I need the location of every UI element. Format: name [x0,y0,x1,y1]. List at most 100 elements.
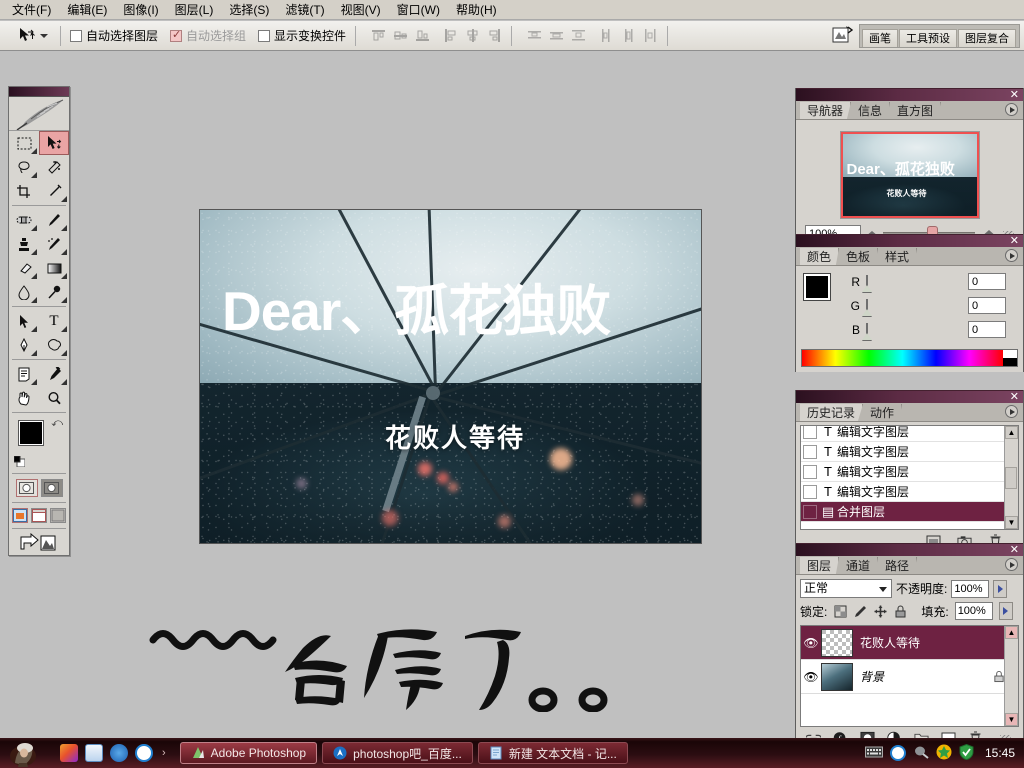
channel-knob-r[interactable] [862,285,872,292]
menu-item-help[interactable]: 帮助(H) [448,1,505,19]
lock-image-pixels-icon[interactable] [853,604,867,618]
layer-row[interactable]: 👁 背景 [801,660,1018,694]
taskbar-item-browser[interactable]: photoshop吧_百度... [322,742,473,764]
full-screen-with-menubar-button[interactable] [31,508,47,523]
layer-visibility-toggle[interactable]: 👁 [801,636,821,650]
align-horizontal-centers-icon[interactable] [465,28,480,43]
crop-tool[interactable] [9,179,39,203]
tab-info[interactable]: 信息 [851,102,890,119]
tab-channels[interactable]: 通道 [839,557,878,574]
history-state-list[interactable]: T 编辑文字图层 T 编辑文字图层 T 编辑文字图层 T 编辑文字图层 [800,425,1019,530]
fill-input[interactable]: 100% [955,602,993,620]
tab-history[interactable]: 历史记录 [800,404,863,421]
start-button[interactable] [0,738,50,768]
tab-swatches[interactable]: 色板 [839,248,878,265]
show-transform-controls-checkbox[interactable] [258,30,270,42]
panel-menu-icon[interactable] [1005,103,1018,116]
slice-tool[interactable] [39,179,69,203]
channel-knob-g[interactable] [862,309,872,316]
jump-to-imageready-button[interactable] [9,531,69,555]
document-canvas[interactable]: Dear、孤花独败 花败人等待 [199,209,702,544]
network-tray-icon[interactable] [913,745,929,762]
layer-row-selected[interactable]: 👁 花败人等待 [801,626,1018,660]
history-source-toggle[interactable] [803,425,817,439]
blur-tool[interactable] [9,280,39,304]
auto-select-group-option[interactable]: 自动选择组 [170,27,246,44]
fill-slider-button[interactable] [999,602,1013,620]
layers-titlebar[interactable]: ✕ [796,543,1023,556]
lasso-tool[interactable] [9,155,39,179]
channel-value-g[interactable]: 0 [968,297,1006,314]
quick-mask-mode-button[interactable] [41,479,63,497]
spectrum-black-white[interactable] [1003,350,1017,366]
rectangular-marquee-tool[interactable] [9,131,39,155]
tab-navigator[interactable]: 导航器 [800,102,851,119]
shield-tray-icon[interactable] [959,744,974,763]
eyedropper-tool[interactable] [39,362,69,386]
current-tool-preset-picker[interactable] [14,25,51,47]
panel-menu-icon[interactable] [1005,405,1018,418]
editor-icon[interactable] [85,744,103,762]
opacity-slider-button[interactable] [993,580,1007,598]
navigator-view-box[interactable] [841,132,979,218]
distribute-right-edges-icon[interactable] [643,28,658,43]
channel-value-b[interactable]: 0 [968,321,1006,338]
lock-position-icon[interactable] [873,604,887,618]
panel-menu-icon[interactable] [1005,558,1018,571]
menu-item-layer[interactable]: 图层(L) [167,1,222,19]
scrollbar-thumb[interactable] [1005,467,1017,489]
history-state-row[interactable]: T 编辑文字图层 [801,462,1018,482]
dodge-tool[interactable] [39,280,69,304]
distribute-vertical-centers-icon[interactable] [549,28,564,43]
zoom-tool[interactable] [39,386,69,410]
notes-tool[interactable] [9,362,39,386]
layer-thumbnail[interactable] [821,663,853,691]
distribute-left-edges-icon[interactable] [599,28,614,43]
channel-slider-b[interactable] [866,324,962,335]
history-source-toggle[interactable] [803,465,817,479]
path-selection-tool[interactable] [9,309,39,333]
lock-transparent-pixels-icon[interactable] [833,604,847,618]
layers-scrollbar[interactable]: ▲ ▼ [1004,626,1018,726]
distribute-horizontal-centers-icon[interactable] [621,28,636,43]
scroll-down-icon[interactable]: ▼ [1005,713,1018,726]
maxthon-icon[interactable] [110,744,128,762]
full-screen-mode-button[interactable] [50,508,66,523]
history-scrollbar[interactable]: ▲ ▼ [1004,426,1018,529]
navigator-thumbnail[interactable]: Dear、孤花独败 花败人等待 [840,131,980,219]
menu-item-image[interactable]: 图像(I) [115,1,166,19]
toolbox-titlebar[interactable] [9,87,69,97]
history-state-row[interactable]: T 编辑文字图层 [801,442,1018,462]
chevron-down-icon[interactable] [879,587,887,592]
swap-colors-icon[interactable]: ⤺ [51,417,63,430]
chevron-down-icon[interactable] [40,34,48,38]
auto-select-group-checkbox[interactable] [170,30,182,42]
layer-thumbnail[interactable] [821,629,853,657]
history-state-row[interactable]: T 编辑文字图层 [801,482,1018,502]
menu-item-view[interactable]: 视图(V) [333,1,389,19]
taskbar-item-photoshop[interactable]: Adobe Photoshop [180,742,317,764]
layer-name[interactable]: 背景 [860,668,992,685]
brush-tool[interactable] [39,208,69,232]
palette-tab-tool-presets[interactable]: 工具预设 [899,29,957,47]
history-titlebar[interactable]: ✕ [796,390,1023,403]
eraser-tool[interactable] [9,256,39,280]
scroll-down-icon[interactable]: ▼ [1005,516,1018,529]
history-source-toggle[interactable] [803,485,817,499]
menu-item-edit[interactable]: 编辑(E) [59,1,115,19]
navigator-titlebar[interactable]: ✕ [796,88,1023,101]
align-left-edges-icon[interactable] [443,28,458,43]
kingsoft-icon[interactable] [135,744,153,762]
auto-select-layer-option[interactable]: 自动选择图层 [70,27,158,44]
channel-slider-r[interactable] [866,276,962,287]
type-tool[interactable]: T [39,309,69,333]
tab-layers[interactable]: 图层 [800,557,839,574]
palette-tab-layer-comps[interactable]: 图层复合 [958,29,1016,47]
opacity-input[interactable]: 100% [951,580,989,598]
history-state-row-selected[interactable]: ▤ 合并图层 [801,502,1018,522]
layer-name[interactable]: 花败人等待 [860,634,1018,651]
auto-select-layer-checkbox[interactable] [70,30,82,42]
channel-slider-g[interactable] [866,300,962,311]
menu-item-window[interactable]: 窗口(W) [389,1,448,19]
tab-histogram[interactable]: 直方图 [890,102,941,119]
